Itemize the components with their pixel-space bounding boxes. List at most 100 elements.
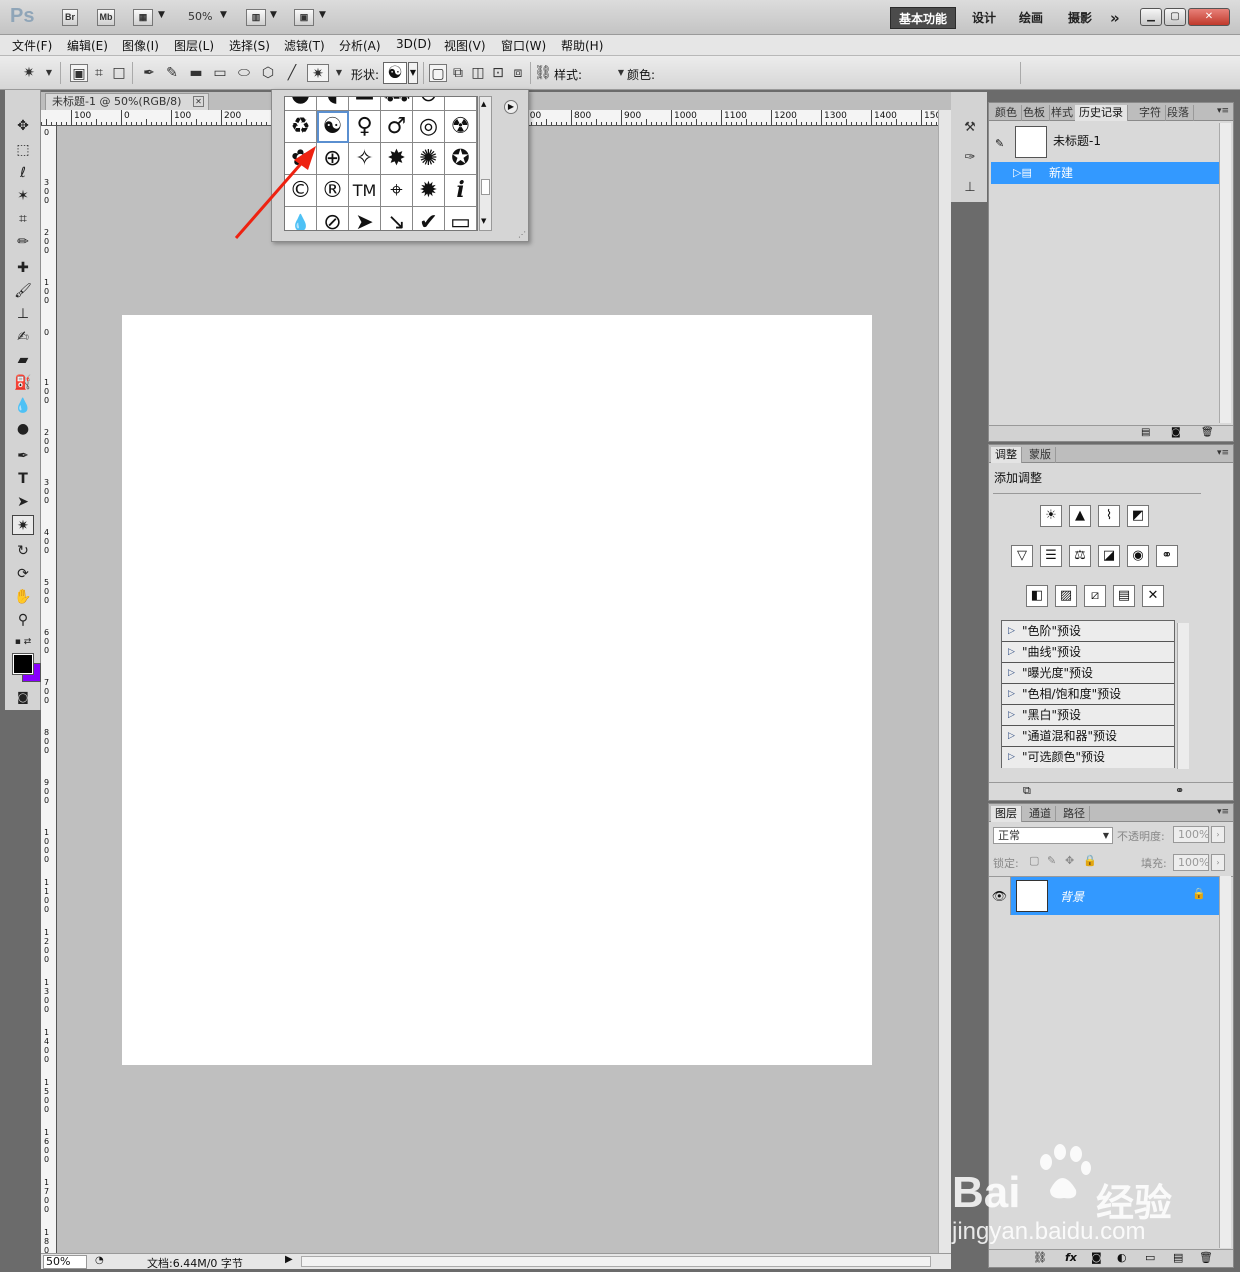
history-snapshot[interactable]: ✎ 未标题-1 — [991, 125, 1219, 159]
screen-mode-button[interactable]: ▣ — [294, 9, 314, 26]
lock-image-icon[interactable]: ✎ — [1047, 854, 1056, 867]
path-selection-tool-icon[interactable]: ➤ — [12, 492, 34, 512]
resize-grip-icon[interactable]: ⋰ — [518, 230, 526, 239]
fill-pixels-mode-button[interactable]: □ — [110, 64, 128, 82]
panel-menu-icon[interactable]: ▾≡ — [1217, 807, 1229, 817]
snapshot-brush-icon[interactable]: ✎ — [995, 133, 1004, 155]
workspace-essentials[interactable]: 基本功能 — [890, 7, 957, 29]
chevron-right-icon[interactable]: › — [1211, 826, 1225, 843]
photo-filter-icon[interactable]: ◉ — [1127, 545, 1149, 567]
shape-option[interactable]: ® — [317, 175, 349, 207]
shape-option[interactable]: TM — [349, 175, 381, 207]
chevron-down-icon[interactable]: ▼ — [40, 64, 58, 82]
create-new-shape-layer-icon[interactable]: ▢ — [429, 64, 447, 82]
scroll-up-icon[interactable]: ▲ — [481, 100, 486, 108]
shape-option[interactable]: ✸ — [381, 143, 413, 175]
3d-rotate-tool-icon[interactable]: ↻ — [12, 541, 34, 561]
rectangle-tool-icon[interactable]: ▬ — [187, 64, 205, 82]
lock-transparent-icon[interactable]: ▢ — [1029, 854, 1039, 867]
invert-icon[interactable]: ◧ — [1026, 585, 1048, 607]
shape-option[interactable]: ✔ — [413, 207, 445, 230]
tab-adjustments[interactable]: 调整 — [991, 447, 1022, 463]
marquee-tool-icon[interactable]: ⬚ — [12, 140, 34, 160]
menu-file[interactable]: 文件(F) — [12, 37, 52, 54]
menu-filter[interactable]: 滤镜(T) — [284, 37, 325, 54]
ellipse-tool-icon[interactable]: ⬭ — [235, 64, 253, 82]
link-layers-icon[interactable]: ⛓ — [1033, 1251, 1047, 1264]
menu-help[interactable]: 帮助(H) — [561, 37, 603, 54]
gradient-map-icon[interactable]: ▤ — [1113, 585, 1135, 607]
text-tool-icon[interactable]: T — [12, 469, 34, 489]
blend-mode-select[interactable]: 正常 ▼ — [993, 827, 1113, 844]
tab-styles[interactable]: 样式 — [1047, 105, 1078, 121]
shape-option[interactable]: ☯ — [317, 111, 349, 143]
history-scrollbar[interactable] — [1219, 123, 1231, 423]
menu-analysis[interactable]: 分析(A) — [339, 37, 381, 54]
menu-view[interactable]: 视图(V) — [444, 37, 486, 54]
tab-layers[interactable]: 图层 — [991, 806, 1022, 822]
shape-option[interactable]: ✹ — [413, 175, 445, 207]
add-mask-icon[interactable]: ◙ — [1091, 1251, 1102, 1264]
preset-item-channel-mixer[interactable]: ▷ "通道混和器"预设 — [1002, 726, 1174, 747]
shape-option[interactable]: ✧ — [349, 143, 381, 175]
crop-tool-icon[interactable]: ⌗ — [12, 209, 34, 229]
freeform-pen-icon[interactable]: ✎ — [163, 64, 181, 82]
eraser-tool-icon[interactable]: ▰ — [12, 350, 34, 370]
brush-presets-icon[interactable]: ✑ — [959, 148, 981, 168]
preset-item-exposure[interactable]: ▷ "曝光度"预设 — [1002, 663, 1174, 684]
hue-saturation-icon[interactable]: ☰ — [1040, 545, 1062, 567]
pen-tool-icon[interactable]: ✒ — [140, 64, 158, 82]
custom-shape-tool-icon[interactable]: ✷ — [12, 515, 34, 535]
history-state[interactable]: ▷▤ 新建 — [991, 162, 1219, 184]
new-snapshot-icon[interactable]: ◙ — [1171, 427, 1181, 438]
new-adjustment-layer-icon[interactable]: ◐ — [1117, 1251, 1127, 1264]
layer-style-fx-icon[interactable]: fx — [1065, 1251, 1077, 1264]
panel-menu-icon[interactable]: ▾≡ — [1217, 106, 1229, 116]
shape-option[interactable]: ✪ — [445, 143, 477, 175]
tab-channels[interactable]: 通道 — [1025, 806, 1056, 822]
threshold-icon[interactable]: ⧄ — [1084, 585, 1106, 607]
chevron-down-icon[interactable]: ▼ — [330, 64, 348, 82]
shape-option[interactable]: ➤ — [349, 207, 381, 230]
shape-option[interactable]: ⛟ — [381, 97, 413, 111]
workspace-design[interactable]: 设计 — [964, 7, 1004, 29]
shape-option[interactable]: ⌖ — [381, 175, 413, 207]
trash-icon[interactable]: 🗑 — [1199, 1251, 1213, 1264]
close-button[interactable]: ✕ — [1188, 8, 1230, 26]
lock-all-icon[interactable]: 🔒 — [1083, 854, 1097, 867]
document-tab[interactable]: 未标题-1 @ 50%(RGB/8) ✕ — [45, 93, 209, 110]
shape-option[interactable]: ✺ — [413, 143, 445, 175]
new-group-icon[interactable]: ▭ — [1145, 1251, 1155, 1264]
shape-preview[interactable]: ☯ — [383, 62, 407, 84]
add-to-shape-area-icon[interactable]: ⧉ — [449, 64, 467, 82]
menu-image[interactable]: 图像(I) — [122, 37, 159, 54]
shape-option[interactable]: ♻ — [285, 111, 317, 143]
line-tool-icon[interactable]: ╱ — [283, 64, 301, 82]
pasteboard[interactable] — [57, 126, 938, 1253]
3d-orbit-tool-icon[interactable]: ⟳ — [12, 564, 34, 584]
paths-mode-button[interactable]: ⌗ — [90, 64, 108, 82]
exposure-icon[interactable]: ◩ — [1127, 505, 1149, 527]
tab-color[interactable]: 颜色 — [991, 105, 1022, 121]
menu-select[interactable]: 选择(S) — [229, 37, 270, 54]
chevron-right-icon[interactable]: › — [1211, 854, 1225, 871]
visibility-eye-icon[interactable]: 👁 — [989, 877, 1011, 915]
paint-bucket-tool-icon[interactable]: ⛽ — [12, 373, 34, 393]
shape-option[interactable]: ↘ — [381, 207, 413, 230]
return-to-list-icon[interactable]: ⧉ — [1023, 784, 1031, 798]
intersect-shape-area-icon[interactable]: ⊡ — [489, 64, 507, 82]
posterize-icon[interactable]: ▨ — [1055, 585, 1077, 607]
document-canvas[interactable] — [122, 315, 872, 1065]
shape-option[interactable]: ▬ — [349, 97, 381, 111]
panel-menu-icon[interactable]: ▾≡ — [1217, 448, 1229, 458]
shape-option[interactable]: ⊙ — [413, 97, 445, 111]
shape-option[interactable]: ● — [285, 97, 317, 111]
shape-option[interactable]: ⊕ — [317, 143, 349, 175]
hand-tool-icon[interactable]: ✋ — [12, 587, 34, 607]
zoom-tool-icon[interactable]: ⚲ — [12, 610, 34, 630]
layer-row-background[interactable]: 👁 背景 🔒 — [989, 877, 1220, 915]
status-menu-arrow[interactable]: ▶ — [285, 1254, 293, 1265]
shape-option[interactable]: ♂ — [381, 111, 413, 143]
spot-healing-tool-icon[interactable]: ✚ — [12, 258, 34, 278]
tab-paragraph[interactable]: 段落 — [1163, 105, 1194, 121]
